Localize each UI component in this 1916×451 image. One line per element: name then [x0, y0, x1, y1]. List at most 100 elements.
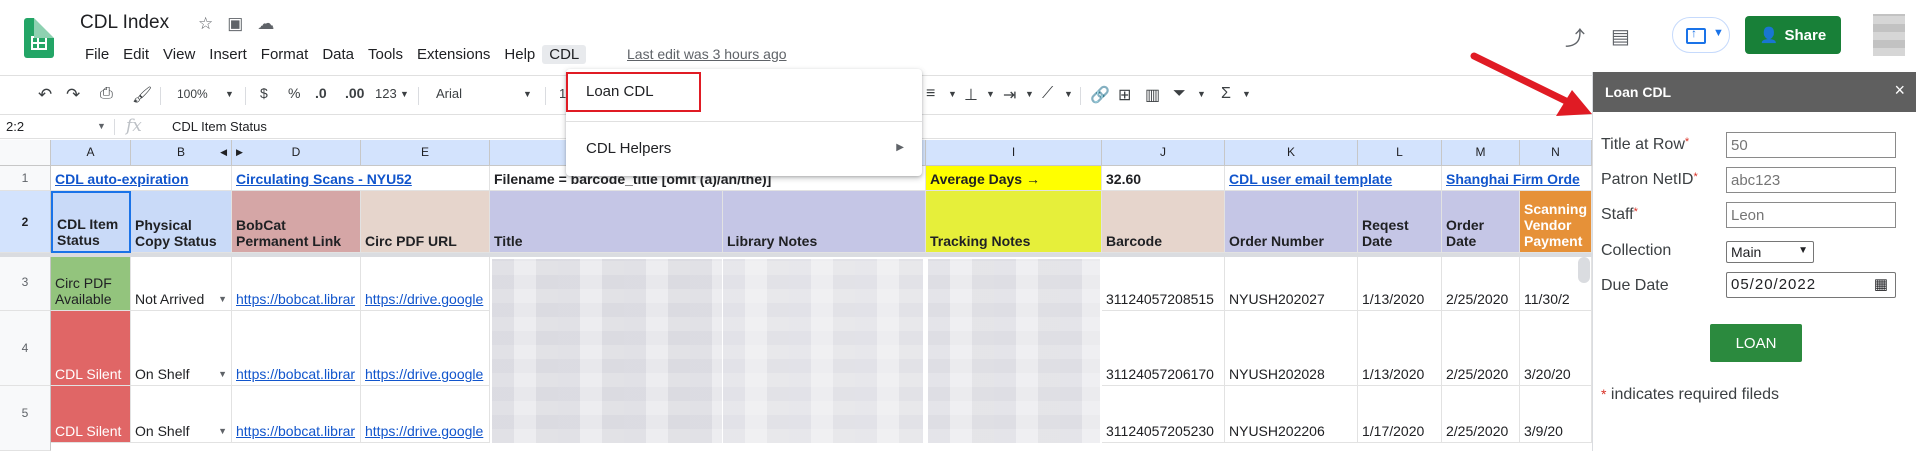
print-icon[interactable]: ⎙: [100, 85, 113, 103]
share-button[interactable]: 👤 Share: [1745, 16, 1841, 54]
cell-k5[interactable]: NYUSH202206: [1225, 386, 1358, 443]
paint-format-icon[interactable]: 🖌: [132, 85, 152, 105]
text-wrap-icon[interactable]: ⇥: [1003, 85, 1016, 105]
cell-j3[interactable]: 31124057208515: [1102, 257, 1225, 311]
cloud-status-icon[interactable]: ☁: [257, 14, 274, 34]
row-header-5[interactable]: 5: [0, 386, 51, 451]
select-all-corner[interactable]: [0, 140, 51, 166]
title-at-row-input[interactable]: [1726, 132, 1896, 158]
insert-comment-icon[interactable]: ⊞: [1118, 85, 1131, 105]
cell-a1[interactable]: CDL auto-expiration: [51, 166, 232, 191]
drive-link[interactable]: https://drive.google: [365, 423, 483, 439]
chevron-down-icon[interactable]: ▼: [986, 89, 995, 99]
col-header-j[interactable]: J: [1102, 140, 1225, 166]
drive-link[interactable]: https://drive.google: [365, 366, 483, 382]
cell-h2[interactable]: Library Notes: [723, 191, 926, 253]
decrease-decimal-button[interactable]: .0: [315, 85, 327, 101]
menu-cdl[interactable]: CDL: [542, 45, 587, 64]
due-date-input[interactable]: 05/20/2022 ▦: [1726, 272, 1896, 298]
bobcat-link[interactable]: https://bobcat.librar: [236, 291, 355, 307]
cell-l4[interactable]: 1/13/2020: [1358, 311, 1442, 386]
cell-b2[interactable]: Physical Copy Status: [131, 191, 232, 253]
cell-e5[interactable]: https://drive.google: [361, 386, 490, 443]
cell-m1[interactable]: Shanghai Firm Orde: [1442, 166, 1592, 191]
cell-j4[interactable]: 31124057206170: [1102, 311, 1225, 386]
sheets-logo-icon[interactable]: [24, 18, 54, 58]
name-box[interactable]: 2:2: [6, 119, 24, 134]
insert-link-icon[interactable]: 🔗: [1090, 85, 1110, 105]
cell-l2[interactable]: Reqest Date: [1358, 191, 1442, 253]
cell-n2[interactable]: Scanning Vendor Payment: [1520, 191, 1592, 253]
functions-icon[interactable]: Σ: [1221, 85, 1231, 103]
menu-data[interactable]: Data: [315, 45, 361, 64]
activity-trend-icon[interactable]: ⤴: [1565, 22, 1585, 51]
percent-format-button[interactable]: %: [288, 85, 300, 101]
chevron-down-icon[interactable]: ▼: [97, 121, 106, 131]
col-header-d[interactable]: ▶ D: [232, 140, 361, 166]
menu-format[interactable]: Format: [254, 45, 316, 64]
cell-l5[interactable]: 1/17/2020: [1358, 386, 1442, 443]
col-header-k[interactable]: K: [1225, 140, 1358, 166]
bobcat-link[interactable]: https://bobcat.librar: [236, 366, 355, 382]
cell-j2[interactable]: Barcode: [1102, 191, 1225, 253]
cdl-user-email-template-link[interactable]: CDL user email template: [1229, 171, 1392, 187]
col-header-l[interactable]: L: [1358, 140, 1442, 166]
cell-d5[interactable]: https://bobcat.librar: [232, 386, 361, 443]
col-header-e[interactable]: E: [361, 140, 490, 166]
row-header-4[interactable]: 4: [0, 311, 51, 386]
cell-b3[interactable]: Not Arrived ▼: [131, 257, 232, 311]
cell-i1[interactable]: Average Days →: [926, 166, 1102, 191]
comments-icon[interactable]: ▤: [1611, 24, 1630, 49]
menu-insert[interactable]: Insert: [202, 45, 254, 64]
chevron-left-icon[interactable]: ◀: [220, 140, 227, 164]
cell-d1[interactable]: Circulating Scans - NYU52: [232, 166, 490, 191]
close-icon[interactable]: ×: [1894, 80, 1905, 101]
cell-d2[interactable]: BobCat Permanent Link: [232, 191, 361, 253]
cell-a3-status[interactable]: Circ PDF Available: [51, 257, 131, 311]
circulating-scans-link[interactable]: Circulating Scans - NYU52: [236, 171, 412, 187]
cell-n5[interactable]: 3/9/20: [1520, 386, 1592, 443]
chevron-down-icon[interactable]: ▼: [1242, 89, 1251, 99]
cell-e2[interactable]: Circ PDF URL: [361, 191, 490, 253]
cell-e3[interactable]: https://drive.google: [361, 257, 490, 311]
shanghai-firm-orders-link[interactable]: Shanghai Firm Orde: [1446, 171, 1580, 187]
cell-n4[interactable]: 3/20/20: [1520, 311, 1592, 386]
bobcat-link[interactable]: https://bobcat.librar: [236, 423, 355, 439]
undo-icon[interactable]: ↶: [38, 85, 52, 105]
col-header-m[interactable]: M: [1442, 140, 1520, 166]
cell-b4[interactable]: On Shelf ▼: [131, 311, 232, 386]
row-header-2[interactable]: 2: [0, 191, 51, 253]
insert-chart-icon[interactable]: ▥: [1145, 85, 1160, 105]
col-header-n[interactable]: N: [1520, 140, 1592, 166]
col-header-b[interactable]: B ◀: [131, 140, 232, 166]
filter-icon[interactable]: ⏷: [1173, 85, 1186, 103]
cell-k2[interactable]: Order Number: [1225, 191, 1358, 253]
cell-m4[interactable]: 2/25/2020: [1442, 311, 1520, 386]
cdl-auto-expiration-link[interactable]: CDL auto-expiration: [55, 171, 189, 187]
cell-m5[interactable]: 2/25/2020: [1442, 386, 1520, 443]
chevron-down-icon[interactable]: ▼: [212, 366, 227, 382]
menu-help[interactable]: Help: [497, 45, 542, 64]
loan-button[interactable]: LOAN: [1710, 324, 1802, 362]
cell-m3[interactable]: 2/25/2020: [1442, 257, 1520, 311]
text-rotation-icon[interactable]: ⟋: [1042, 85, 1053, 103]
cell-i2[interactable]: Tracking Notes: [926, 191, 1102, 253]
staff-input[interactable]: [1726, 202, 1896, 228]
cell-d3[interactable]: https://bobcat.librar: [232, 257, 361, 311]
chevron-down-icon[interactable]: ▼: [212, 423, 227, 439]
more-formats-button[interactable]: 123: [375, 86, 397, 101]
chevron-down-icon[interactable]: ▼: [400, 89, 409, 99]
cell-m2[interactable]: Order Date: [1442, 191, 1520, 253]
vertical-align-icon[interactable]: ⊥: [964, 85, 978, 105]
zoom-select[interactable]: 100%: [177, 87, 208, 101]
star-icon[interactable]: ☆: [198, 14, 213, 34]
chevron-down-icon[interactable]: ▼: [212, 291, 227, 307]
cell-d4[interactable]: https://bobcat.librar: [232, 311, 361, 386]
menu-view[interactable]: View: [156, 45, 202, 64]
cell-a2-selected[interactable]: CDL Item Status: [51, 191, 131, 253]
redo-icon[interactable]: ↷: [66, 85, 80, 105]
menu-extensions[interactable]: Extensions: [410, 45, 497, 64]
row-header-3[interactable]: 3: [0, 253, 51, 311]
vertical-scrollbar-thumb[interactable]: [1578, 257, 1590, 283]
cell-e4[interactable]: https://drive.google: [361, 311, 490, 386]
